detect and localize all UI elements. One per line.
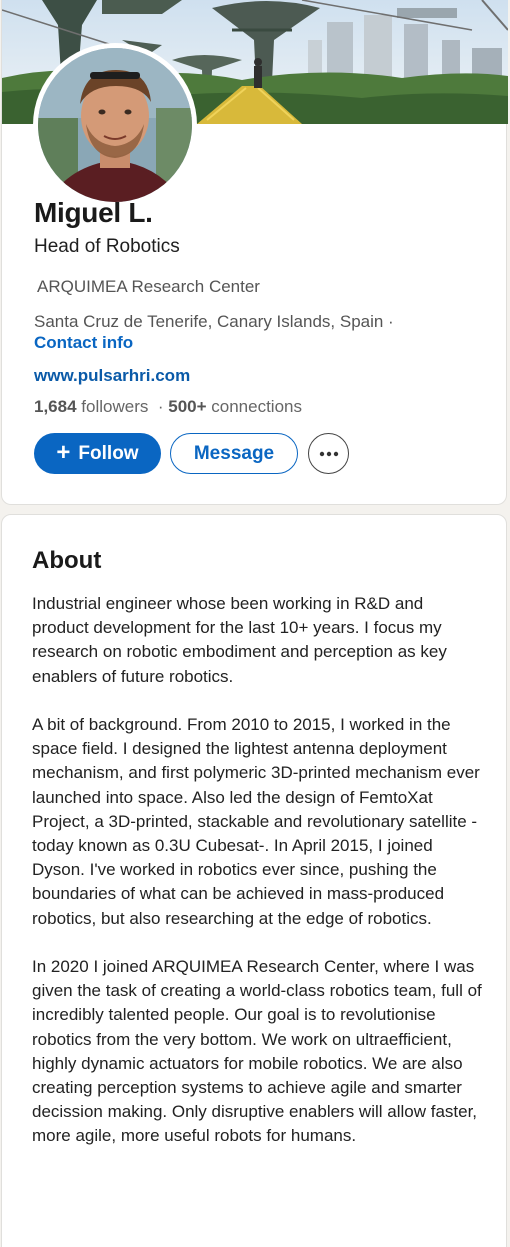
about-paragraph: Industrial engineer whose been working i… [32, 594, 447, 686]
follow-label: Follow [78, 442, 139, 464]
website-link[interactable]: www.pulsarhri.com [34, 366, 190, 386]
network-stats: 1,684 followers · 500+ connections [34, 397, 302, 417]
message-label: Message [193, 442, 275, 464]
contact-info-link[interactable]: Contact info [34, 333, 133, 353]
stats-separator: · [157, 397, 164, 416]
profile-name: Miguel L. [34, 197, 153, 228]
about-text: Industrial engineer whose been working i… [32, 592, 484, 1173]
plus-icon: + [56, 438, 71, 466]
about-paragraph: A bit of background. From 2010 to 2015, … [32, 715, 480, 928]
more-horizontal-icon [319, 451, 338, 456]
connections-count: 500+ [168, 397, 207, 416]
followers-label: followers [81, 397, 149, 416]
followers-count: 1,684 [34, 397, 77, 416]
connections-label: connections [211, 397, 302, 416]
message-button[interactable]: Message [170, 433, 298, 474]
more-actions-button[interactable] [308, 433, 349, 474]
profile-headline: Head of Robotics [34, 236, 180, 257]
about-heading: About [32, 547, 102, 574]
profile-card: Miguel L. Head of Robotics ARQUIMEA Rese… [1, 0, 508, 505]
profile-location: Santa Cruz de Tenerife, Canary Islands, … [34, 312, 394, 331]
current-company[interactable]: ARQUIMEA Research Center [37, 277, 260, 297]
profile-avatar[interactable] [33, 43, 197, 207]
about-paragraph: In 2020 I joined ARQUIMEA Research Cente… [32, 957, 482, 1146]
follow-button[interactable]: + Follow [34, 433, 161, 474]
